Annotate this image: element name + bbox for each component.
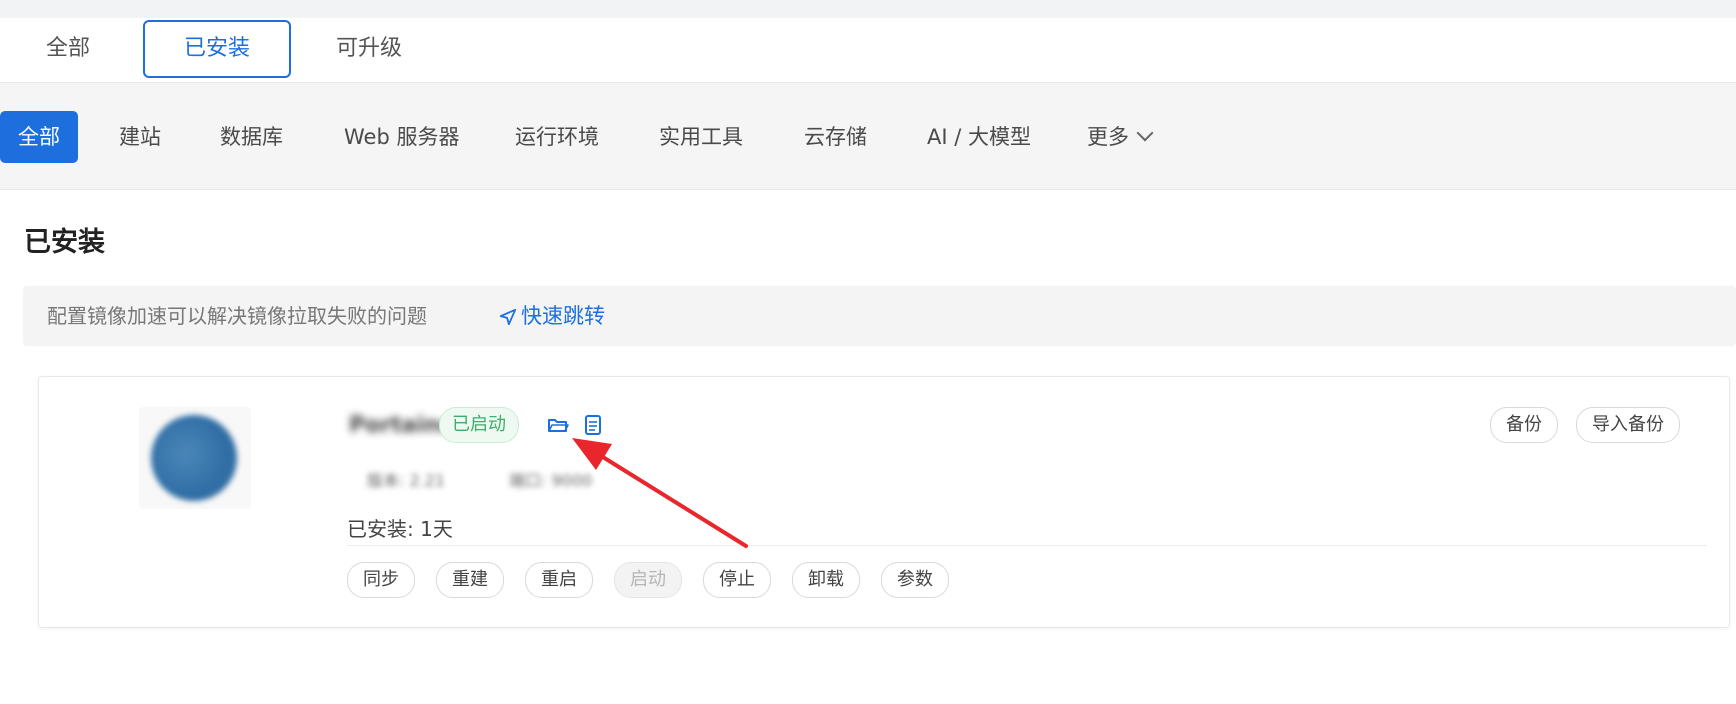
category-filter-bar: 全部 建站 数据库 Web 服务器 运行环境 实用工具 云存储 AI / 大模型… — [0, 83, 1736, 190]
rebuild-button[interactable]: 重建 — [436, 562, 504, 598]
tab-all[interactable]: 全部 — [20, 20, 116, 78]
restart-button[interactable]: 重启 — [525, 562, 593, 598]
folder-icon[interactable] — [547, 415, 569, 439]
params-button[interactable]: 参数 — [881, 562, 949, 598]
app-version: 版本: 2.21 — [367, 471, 446, 490]
installed-value: 1天 — [420, 517, 453, 541]
app-logo-image — [151, 415, 237, 501]
filter-database[interactable]: 数据库 — [220, 111, 283, 163]
uninstall-button[interactable]: 卸载 — [792, 562, 860, 598]
app-card: Portainer 已启动 版本: 2.21 端口: 9000 已安装: 1天 … — [38, 376, 1730, 628]
status-badge: 已启动 — [439, 407, 519, 443]
section-title: 已安装 — [24, 227, 105, 258]
mirror-notice: 配置镜像加速可以解决镜像拉取失败的问题 快速跳转 — [23, 286, 1736, 346]
app-meta: 版本: 2.21 端口: 9000 — [349, 457, 709, 497]
installed-label: 已安装: — [347, 517, 414, 541]
quick-jump-label: 快速跳转 — [521, 304, 605, 328]
log-document-icon[interactable] — [584, 415, 602, 439]
send-icon — [499, 308, 517, 326]
filter-all[interactable]: 全部 — [0, 111, 78, 163]
app-port: 端口: 9000 — [509, 471, 593, 490]
filter-site[interactable]: 建站 — [119, 111, 161, 163]
filter-more-label: 更多 — [1087, 125, 1129, 149]
chevron-down-icon — [1136, 124, 1154, 142]
import-backup-button[interactable]: 导入备份 — [1576, 407, 1680, 443]
top-strip — [0, 0, 1736, 18]
quick-jump-link[interactable]: 快速跳转 — [499, 286, 605, 346]
installed-duration: 已安装: 1天 — [347, 513, 453, 542]
filter-more-dropdown[interactable]: 更多 — [1087, 111, 1154, 163]
filter-ai-models[interactable]: AI / 大模型 — [927, 111, 1031, 163]
filter-web-server[interactable]: Web 服务器 — [344, 111, 459, 163]
divider — [347, 545, 1707, 546]
filter-cloud-storage[interactable]: 云存储 — [804, 111, 867, 163]
notice-text: 配置镜像加速可以解决镜像拉取失败的问题 — [47, 304, 427, 328]
tab-upgradable[interactable]: 可升级 — [310, 20, 428, 78]
start-button: 启动 — [614, 562, 682, 598]
filter-utilities[interactable]: 实用工具 — [659, 111, 743, 163]
tab-installed[interactable]: 已安装 — [143, 20, 291, 78]
app-logo — [139, 407, 251, 509]
stop-button[interactable]: 停止 — [703, 562, 771, 598]
tab-bar: 全部 已安装 可升级 — [0, 18, 1736, 83]
filter-runtime[interactable]: 运行环境 — [515, 111, 599, 163]
backup-button[interactable]: 备份 — [1490, 407, 1558, 443]
sync-button[interactable]: 同步 — [347, 562, 415, 598]
